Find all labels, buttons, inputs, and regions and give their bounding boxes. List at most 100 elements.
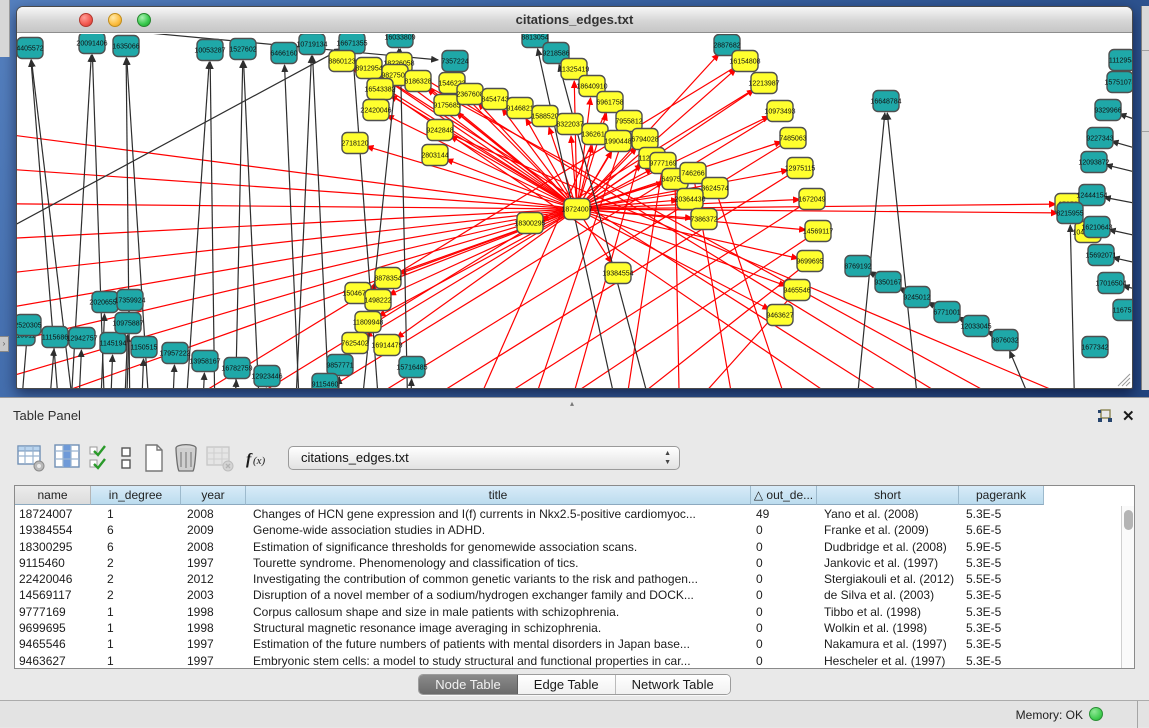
graph-node[interactable]: 16033809: [384, 34, 415, 48]
table-vertical-scrollbar[interactable]: [1121, 506, 1134, 668]
table-row[interactable]: 1938455462009Genome-wide association stu…: [15, 522, 1120, 538]
graph-node[interactable]: 1990448: [604, 131, 631, 152]
graph-node[interactable]: 20364436: [674, 189, 705, 210]
column-header-title[interactable]: title: [246, 486, 751, 505]
graph-node[interactable]: 6771001: [933, 302, 960, 323]
graph-node[interactable]: 17957222: [159, 343, 190, 364]
float-panel-icon[interactable]: [1097, 409, 1113, 424]
graph-edge[interactable]: [387, 115, 577, 209]
graph-edge[interactable]: [855, 113, 885, 388]
graph-node[interactable]: 16210643: [1081, 217, 1112, 238]
column-header-out_de[interactable]: △ out_de...: [751, 486, 817, 505]
graph-node[interactable]: 16154808: [729, 51, 760, 72]
graph-node[interactable]: 9115460: [312, 374, 339, 389]
graph-node[interactable]: 14569117: [803, 221, 834, 242]
graph-node[interactable]: 12213987: [748, 73, 779, 94]
close-panel-icon[interactable]: ✕: [1122, 407, 1135, 425]
graph-node[interactable]: 9146821: [506, 98, 533, 119]
graph-node[interactable]: 6794028: [631, 129, 658, 150]
graph-node[interactable]: 1167533: [1113, 300, 1132, 321]
graph-edge[interactable]: [17, 164, 577, 209]
graph-edge[interactable]: [48, 349, 54, 388]
graph-node[interactable]: 20091406: [76, 34, 107, 54]
table-row[interactable]: 911546021997Tourette syndrome. Phenomeno…: [15, 555, 1120, 571]
graph-node[interactable]: 2803144: [421, 145, 448, 166]
graph-node[interactable]: 15751074: [1104, 72, 1132, 93]
column-header-name[interactable]: name: [15, 486, 91, 505]
graph-node[interactable]: 6466160: [270, 43, 297, 64]
graph-node[interactable]: 7485063: [779, 128, 806, 149]
panel-expand-handle[interactable]: ›: [0, 336, 9, 352]
column-header-short[interactable]: short: [817, 486, 959, 505]
graph-node[interactable]: 1672049: [798, 189, 825, 210]
graph-node[interactable]: 1677342: [1081, 337, 1108, 358]
graph-edge[interactable]: [1112, 141, 1132, 155]
column-header-pagerank[interactable]: pagerank: [959, 486, 1044, 505]
panel-collapse-arrow-icon[interactable]: ▴: [570, 399, 574, 408]
graph-node[interactable]: 12093872: [1078, 152, 1109, 173]
graph-node[interactable]: 9699695: [796, 251, 823, 272]
graph-node[interactable]: 12923446: [251, 366, 282, 387]
graph-node[interactable]: 9463627: [766, 305, 793, 326]
graph-node[interactable]: 7625402: [341, 333, 368, 354]
graph-node[interactable]: 9242848: [426, 120, 453, 141]
graph-edge[interactable]: [234, 380, 236, 388]
graph-edge[interactable]: [450, 136, 577, 209]
graph-node[interactable]: 2520305: [17, 315, 42, 336]
graph-node[interactable]: 15716485: [396, 357, 427, 378]
graph-node[interactable]: 17016504: [1095, 273, 1126, 294]
graph-node[interactable]: 16782759: [221, 358, 252, 379]
graph-node[interactable]: 10973493: [764, 101, 795, 122]
graph-node[interactable]: 7386372: [690, 209, 717, 230]
graph-edge[interactable]: [410, 379, 412, 388]
graph-edge[interactable]: [244, 61, 260, 388]
graph-edge[interactable]: [172, 365, 174, 388]
table-selector-dropdown[interactable]: citations_edges.txt ▲▼: [288, 446, 680, 470]
graph-node[interactable]: 8878354: [374, 268, 401, 289]
graph-node[interactable]: 12033045: [960, 316, 991, 337]
graph-node[interactable]: 18724007: [561, 199, 592, 220]
graph-node[interactable]: 1145194: [100, 333, 127, 354]
graph-edge[interactable]: [295, 56, 311, 388]
delete-table-icon[interactable]: [205, 442, 235, 474]
graph-node[interactable]: 11809948: [353, 312, 384, 333]
graph-node[interactable]: 9857771: [326, 355, 353, 376]
graph-node[interactable]: 1112954: [1109, 50, 1132, 71]
graph-edge[interactable]: [389, 209, 577, 295]
tab-edge-table[interactable]: Edge Table: [518, 675, 616, 694]
graph-edge[interactable]: [17, 203, 577, 209]
graph-edge[interactable]: [397, 209, 577, 338]
graph-node[interactable]: 10719134: [296, 34, 327, 55]
network-canvas[interactable]: 4405572200914061635066100532871527602646…: [17, 34, 1132, 388]
graph-node[interactable]: 9350167: [874, 272, 901, 293]
table-row[interactable]: 969969511998Structural magnetic resonanc…: [15, 620, 1120, 636]
column-header-year[interactable]: year: [181, 486, 246, 505]
graph-node[interactable]: 8769192: [844, 256, 871, 277]
table-row[interactable]: 946554611997Estimation of the future num…: [15, 636, 1120, 652]
graph-edge[interactable]: [17, 209, 577, 242]
graph-edge[interactable]: [1106, 165, 1132, 178]
graph-node[interactable]: 22420046: [360, 100, 391, 121]
graph-node[interactable]: 17359924: [114, 290, 145, 311]
table-settings-icon[interactable]: [16, 442, 46, 474]
graph-node[interactable]: 16914479: [371, 335, 402, 356]
graph-edge[interactable]: [1070, 225, 1075, 388]
graph-node[interactable]: 15692071: [1085, 245, 1116, 266]
tab-node-table[interactable]: Node Table: [419, 675, 518, 694]
graph-node[interactable]: 1527602: [229, 39, 256, 60]
table-row[interactable]: 1872400712008Changes of HCN gene express…: [15, 506, 1120, 522]
memory-ok-indicator-icon[interactable]: [1089, 707, 1103, 721]
graph-edge[interactable]: [379, 209, 577, 316]
graph-edge[interactable]: [235, 61, 243, 388]
graph-node[interactable]: 1588520: [531, 106, 558, 127]
table-row[interactable]: 977716911998Corpus callosum shape and si…: [15, 604, 1120, 620]
graph-edge[interactable]: [1104, 197, 1132, 208]
column-chooser-icon[interactable]: [52, 442, 82, 474]
new-column-icon[interactable]: [141, 442, 167, 474]
graph-node[interactable]: 8215955: [1056, 203, 1083, 224]
graph-node[interactable]: 10053287: [194, 40, 225, 61]
graph-node[interactable]: 1498222: [364, 290, 391, 311]
graph-edge[interactable]: [185, 62, 209, 388]
graph-node[interactable]: 10975887: [112, 313, 143, 334]
graph-node[interactable]: 4405572: [17, 38, 44, 59]
